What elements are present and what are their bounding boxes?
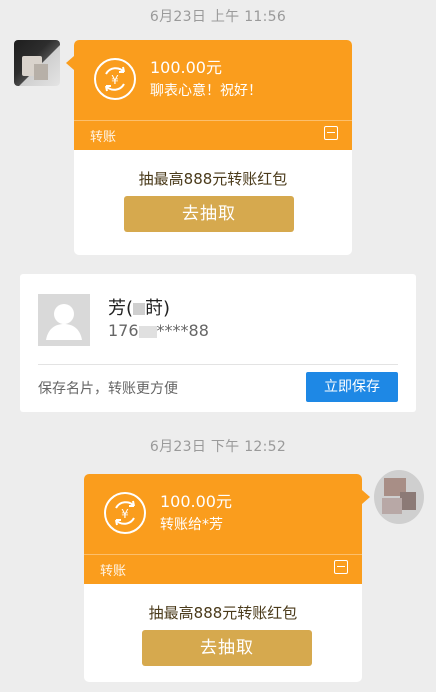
default-avatar-icon	[38, 294, 90, 346]
claim-button[interactable]: 去抽取	[124, 196, 294, 232]
transfer-note: 聊表心意！祝好！	[150, 83, 262, 99]
transfer-card[interactable]: ¥ 100.00元 聊表心意！祝好！ 转账 抽最高888元转账红包 去抽取	[66, 40, 352, 255]
contact-phone: 176 ****88	[108, 321, 209, 340]
transfer-badge-icon	[334, 560, 348, 574]
transfer-card[interactable]: ¥ 100.00元 转账给*芳 转账 抽最高888元转账红包 去抽取	[84, 474, 370, 682]
user-avatar[interactable]	[374, 470, 424, 524]
sender-avatar[interactable]	[14, 40, 60, 86]
transfer-coin-icon: ¥	[94, 58, 136, 100]
transfer-card-header[interactable]: ¥ 100.00元 聊表心意！祝好！ 转账	[66, 40, 352, 150]
timestamp: 6月23日 下午 12:52	[149, 439, 287, 455]
transfer-badge-icon	[324, 126, 338, 140]
promo-text: 抽最高888元转账红包	[148, 604, 298, 622]
contact-name: 芳(莳)	[108, 298, 171, 319]
transfer-label: 转账	[100, 564, 127, 579]
transfer-card-header[interactable]: ¥ 100.00元 转账给*芳 转账	[84, 474, 370, 584]
transfer-coin-icon: ¥	[104, 492, 146, 534]
contact-card[interactable]: 芳(莳) 176 ****88 保存名片，转账更方便 立即保存	[20, 274, 416, 412]
divider	[84, 554, 362, 555]
divider	[38, 364, 398, 365]
transfer-amount: 100.00元	[160, 492, 232, 511]
save-contact-button[interactable]: 立即保存	[306, 372, 398, 402]
transfer-note: 转账给*芳	[160, 517, 223, 533]
promo-text: 抽最高888元转账红包	[138, 170, 288, 188]
svg-text:¥: ¥	[111, 73, 119, 87]
transfer-amount: 100.00元	[150, 58, 222, 77]
timestamp: 6月23日 上午 11:56	[149, 9, 287, 25]
claim-button[interactable]: 去抽取	[142, 630, 312, 666]
divider	[74, 120, 352, 121]
transfer-label: 转账	[90, 130, 117, 145]
svg-text:¥: ¥	[121, 507, 129, 521]
save-hint: 保存名片，转账更方便	[38, 381, 178, 397]
